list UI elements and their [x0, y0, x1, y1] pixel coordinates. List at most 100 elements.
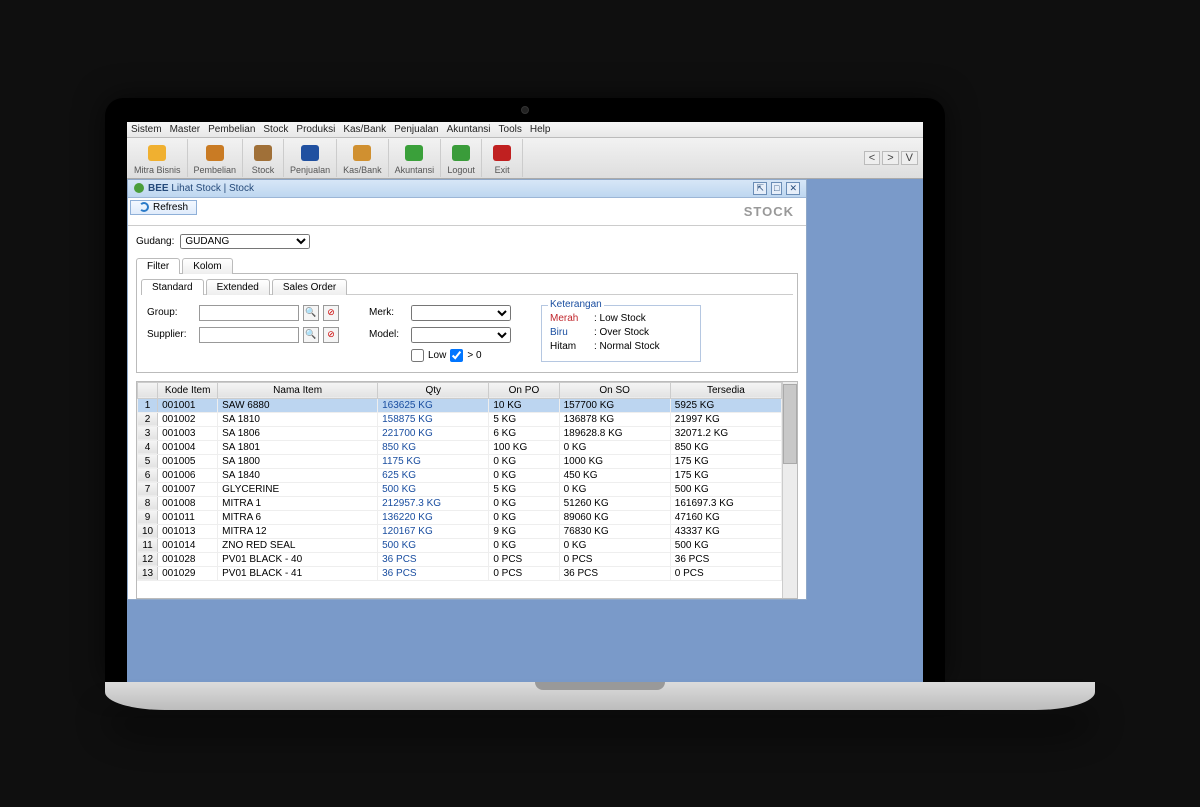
refresh-button[interactable]: Refresh: [130, 200, 197, 215]
toolbar-stock-button[interactable]: Stock: [243, 139, 284, 177]
gudang-select[interactable]: GUDANG: [180, 234, 310, 249]
legend-box: Keterangan Merah: Low StockBiru: Over St…: [541, 305, 701, 362]
menu-help[interactable]: Help: [530, 124, 551, 135]
col-header[interactable]: Qty: [378, 382, 489, 398]
app-logo-icon: [134, 183, 144, 193]
menu-akuntansi[interactable]: Akuntansi: [447, 124, 491, 135]
filter-panel: StandardExtendedSales Order Group: 🔍 ⊘ S…: [136, 274, 798, 373]
gudang-label: Gudang:: [136, 236, 174, 247]
table-row[interactable]: 10001013MITRA 12120167 KG9 KG76830 KG433…: [138, 524, 782, 538]
col-header[interactable]: [138, 382, 158, 398]
stock-heading: STOCK: [744, 204, 794, 219]
menu-penjualan[interactable]: Penjualan: [394, 124, 438, 135]
toolbar-icon: [296, 141, 324, 165]
table-row[interactable]: 11001014ZNO RED SEAL500 KG0 KG0 KG500 KG: [138, 538, 782, 552]
table-row[interactable]: 8001008MITRA 1212957.3 KG0 KG51260 KG161…: [138, 496, 782, 510]
laptop-base: [105, 682, 1095, 710]
menu-pembelian[interactable]: Pembelian: [208, 124, 255, 135]
app-brand: BEE: [148, 183, 169, 194]
toolbar-icon: [400, 141, 428, 165]
legend-row: Hitam: Normal Stock: [550, 341, 692, 352]
screen: SistemMasterPembelianStockProduksiKas/Ba…: [127, 122, 923, 682]
menu-stock[interactable]: Stock: [263, 124, 288, 135]
laptop-notch: [535, 682, 665, 690]
col-header[interactable]: Kode Item: [158, 382, 218, 398]
stock-table-container: Kode ItemNama ItemQtyOn POOn SOTersedia …: [136, 381, 798, 599]
toolbar-icon: [447, 141, 475, 165]
low-checkbox[interactable]: [411, 349, 424, 362]
subtab-sales-order[interactable]: Sales Order: [272, 279, 347, 295]
table-row[interactable]: 6001006SA 1840625 KG0 KG450 KG175 KG: [138, 468, 782, 482]
window-close-icon[interactable]: ✕: [786, 182, 800, 195]
col-header[interactable]: On PO: [489, 382, 559, 398]
refresh-bar: Refresh STOCK: [128, 198, 806, 226]
gt0-checkbox[interactable]: [450, 349, 463, 362]
menu-produksi[interactable]: Produksi: [296, 124, 335, 135]
menu-kasbank[interactable]: Kas/Bank: [343, 124, 386, 135]
legend-row: Biru: Over Stock: [550, 327, 692, 338]
table-row[interactable]: 4001004SA 1801850 KG100 KG0 KG850 KG: [138, 440, 782, 454]
toolbar-akuntansi-button[interactable]: Akuntansi: [389, 139, 442, 177]
merk-label: Merk:: [369, 307, 407, 318]
supplier-clear-icon[interactable]: ⊘: [323, 327, 339, 343]
window-max-icon[interactable]: □: [771, 182, 782, 195]
table-row[interactable]: 7001007GLYCERINE500 KG5 KG0 KG500 KG: [138, 482, 782, 496]
toolbar-exit-button[interactable]: Exit: [482, 139, 523, 177]
low-label: Low: [428, 350, 446, 361]
toolbar-penjualan-button[interactable]: Penjualan: [284, 139, 337, 177]
legend-title: Keterangan: [548, 299, 604, 310]
tab-kolom[interactable]: Kolom: [182, 258, 232, 274]
window-min-icon[interactable]: ⇱: [753, 182, 767, 195]
toolbar-logout-button[interactable]: Logout: [441, 139, 482, 177]
table-row[interactable]: 1001001SAW 6880163625 KG10 KG157700 KG59…: [138, 398, 782, 412]
toolbar-icon: [348, 141, 376, 165]
menu-master[interactable]: Master: [170, 124, 201, 135]
stock-window: BEE Lihat Stock | Stock ⇱ □ ✕ Refresh ST…: [127, 179, 807, 600]
table-row[interactable]: 5001005SA 18001175 KG0 KG1000 KG175 KG: [138, 454, 782, 468]
group-label: Group:: [147, 307, 195, 318]
toolbar-icon: [249, 141, 277, 165]
toolbar-icon: [201, 141, 229, 165]
menu-tools[interactable]: Tools: [499, 124, 522, 135]
supplier-search-icon[interactable]: 🔍: [303, 327, 319, 343]
group-search-icon[interactable]: 🔍: [303, 305, 319, 321]
legend-row: Merah: Low Stock: [550, 313, 692, 324]
nav-v-button[interactable]: V: [901, 151, 918, 165]
table-row[interactable]: 9001011MITRA 6136220 KG0 KG89060 KG47160…: [138, 510, 782, 524]
tab-filter[interactable]: Filter: [136, 258, 180, 274]
gt0-label: > 0: [467, 350, 481, 361]
supplier-input[interactable]: [199, 327, 299, 343]
main-toolbar: Mitra BisnisPembelianStockPenjualanKas/B…: [127, 138, 923, 179]
nav-next-button[interactable]: >: [882, 151, 898, 165]
window-title: Lihat Stock | Stock: [171, 183, 254, 194]
table-row[interactable]: 13001029PV01 BLACK - 4136 PCS0 PCS36 PCS…: [138, 566, 782, 580]
table-row[interactable]: 2001002SA 1810158875 KG5 KG136878 KG2199…: [138, 412, 782, 426]
subtab-standard[interactable]: Standard: [141, 279, 204, 295]
col-header[interactable]: Tersedia: [670, 382, 781, 398]
toolbar-pembelian-button[interactable]: Pembelian: [188, 139, 244, 177]
model-select[interactable]: [411, 327, 511, 343]
scrollbar-thumb-icon[interactable]: [783, 384, 797, 464]
table-row[interactable]: 12001028PV01 BLACK - 4036 PCS0 PCS0 PCS3…: [138, 552, 782, 566]
toolbar-mitrabisnis-button[interactable]: Mitra Bisnis: [128, 139, 188, 177]
vertical-scrollbar[interactable]: [782, 382, 797, 598]
model-label: Model:: [369, 329, 407, 340]
toolbar-icon: [488, 141, 516, 165]
supplier-label: Supplier:: [147, 329, 195, 340]
stock-table: Kode ItemNama ItemQtyOn POOn SOTersedia …: [137, 382, 782, 581]
menu-sistem[interactable]: Sistem: [131, 124, 162, 135]
laptop-camera: [521, 106, 529, 114]
col-header[interactable]: On SO: [559, 382, 670, 398]
merk-select[interactable]: [411, 305, 511, 321]
toolbar-right: < > V: [864, 139, 922, 177]
subtab-extended[interactable]: Extended: [206, 279, 270, 295]
col-header[interactable]: Nama Item: [218, 382, 378, 398]
toolbar-kasbank-button[interactable]: Kas/Bank: [337, 139, 389, 177]
toolbar-icon: [143, 141, 171, 165]
group-input[interactable]: [199, 305, 299, 321]
nav-prev-button[interactable]: <: [864, 151, 880, 165]
tabs-secondary: StandardExtendedSales Order: [141, 278, 793, 295]
group-clear-icon[interactable]: ⊘: [323, 305, 339, 321]
table-row[interactable]: 3001003SA 1806221700 KG6 KG189628.8 KG32…: [138, 426, 782, 440]
refresh-icon: [139, 202, 149, 212]
